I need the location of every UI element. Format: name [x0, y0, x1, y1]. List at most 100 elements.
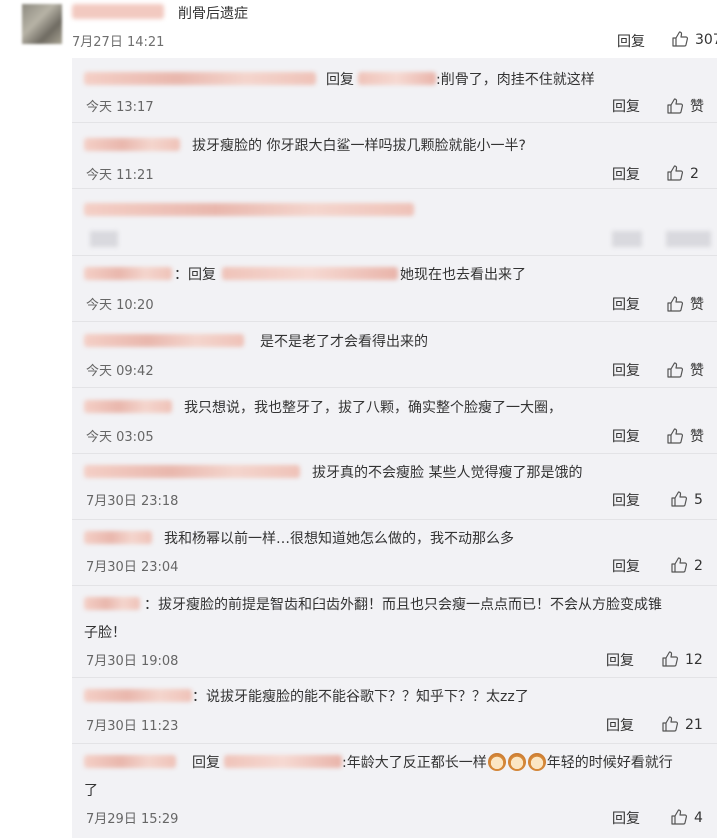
comment-text: 我和杨幂以前一样…很想知道她怎么做的，我不动那么多: [164, 531, 514, 547]
comment-time: 今天 11:21: [86, 168, 154, 183]
thumbs-up-icon: [671, 557, 688, 573]
comment-text: 拔牙瘦脸的 你牙跟大白鲨一样吗拔几颗脸就能小一半?: [192, 138, 526, 154]
comment-text: 她现在也去看出来了: [400, 267, 526, 283]
list-item: ：拔牙瘦脸的前提是智齿和臼齿外翻！而且也只会瘦一点点而已！不会从方脸变成锥 子脸…: [72, 586, 717, 678]
cat-emoji-icon: [487, 753, 506, 771]
like-button[interactable]: 赞: [666, 426, 704, 446]
like-count: 赞: [690, 99, 704, 115]
cat-emoji-icon: [507, 753, 526, 771]
like-count: 5: [694, 492, 703, 508]
username-blurred[interactable]: [84, 72, 316, 85]
comment-text: 我只想说，我也整牙了，拔了八颗，确实整个脸瘦了一大圈，: [184, 400, 562, 416]
comment-time: 7月30日 23:04: [86, 560, 179, 575]
list-item: 拔牙瘦脸的 你牙跟大白鲨一样吗拔几颗脸就能小一半? 今天 11:21 回复 2: [72, 123, 717, 189]
time-blurred: [90, 231, 118, 247]
thumbs-up-icon: [667, 362, 684, 378]
like-count: 4: [694, 810, 703, 826]
reply-button-blurred[interactable]: [612, 231, 642, 247]
comment-text-main: :年龄大了反正都长一样: [342, 755, 487, 771]
thumbs-up-icon: [667, 98, 684, 114]
cat-emoji-icon: [527, 753, 546, 771]
list-item: 拔牙真的不会瘦脸 某些人觉得瘦了那是饿的 7月30日 23:18 回复 5: [72, 454, 717, 520]
main-comment: 削骨后遗症 7月27日 14:21 回复 307: [0, 0, 717, 58]
like-button-blurred[interactable]: [666, 231, 711, 247]
comment-time: 7月27日 14:21: [72, 35, 165, 50]
thumbs-up-icon: [671, 809, 688, 825]
username-blurred[interactable]: [84, 400, 172, 413]
like-button[interactable]: 307: [671, 30, 717, 48]
reply-button[interactable]: 回复: [612, 164, 640, 184]
reply-button[interactable]: 回复: [612, 490, 640, 510]
comment-text: 拔牙真的不会瘦脸 某些人觉得瘦了那是饿的: [312, 465, 583, 481]
like-count: 12: [685, 652, 703, 668]
username-blurred[interactable]: [72, 4, 164, 19]
reply-button[interactable]: 回复: [612, 808, 640, 828]
avatar[interactable]: [22, 4, 62, 44]
username-blurred[interactable]: [84, 597, 140, 610]
comment-time: 今天 03:05: [86, 430, 154, 445]
comment-text-after: 年轻的时候好看就行: [546, 755, 673, 771]
username-blurred[interactable]: [84, 334, 244, 347]
list-item: 是不是老了才会看得出来的 今天 09:42 回复 赞: [72, 322, 717, 388]
comment-time: 今天 13:17: [86, 100, 154, 115]
like-count: 赞: [690, 429, 704, 445]
list-item: 我只想说，我也整牙了，拔了八颗，确实整个脸瘦了一大圈， 今天 03:05 回复 …: [72, 388, 717, 454]
like-count: 307: [695, 32, 717, 48]
thumbs-up-icon: [662, 716, 679, 732]
replies-list: 回复 :削骨了，肉挂不住就这样 今天 13:17 回复 赞 拔牙瘦脸的 你牙跟大…: [72, 58, 717, 838]
list-item: ：回复 她现在也去看出来了 今天 10:20 回复 赞: [72, 256, 717, 322]
reply-prefix: 回复: [192, 755, 220, 771]
like-button[interactable]: 赞: [666, 294, 704, 314]
comment-time: 7月30日 23:18: [86, 494, 179, 509]
username-blurred[interactable]: [84, 203, 414, 216]
list-item: 回复 :年龄大了反正都长一样 年轻的时候好看就行 了 7月29日 15:29 回复…: [72, 744, 717, 838]
reply-button[interactable]: 回复: [612, 360, 640, 380]
list-item: ：说拔牙能瘦脸的能不能谷歌下？？知乎下？？太zz了 7月30日 11:23 回复…: [72, 678, 717, 744]
reply-button[interactable]: 回复: [612, 426, 640, 446]
comment-time: 7月29日 15:29: [86, 812, 179, 827]
like-count: 21: [685, 717, 703, 733]
like-button[interactable]: 21: [661, 715, 703, 733]
comment-text: 削骨后遗症: [178, 6, 248, 22]
reply-prefix: ：回复: [174, 267, 216, 283]
thumbs-up-icon: [662, 651, 679, 667]
reply-prefix: 回复: [326, 72, 354, 88]
reply-button[interactable]: 回复: [612, 96, 640, 116]
reply-button[interactable]: 回复: [612, 294, 640, 314]
list-item-blurred: [72, 189, 717, 256]
thumbs-up-icon: [667, 165, 684, 181]
mention-blurred[interactable]: [358, 72, 436, 85]
username-blurred[interactable]: [84, 755, 176, 768]
like-button[interactable]: 5: [670, 490, 703, 508]
mention-blurred[interactable]: [224, 755, 342, 768]
like-button[interactable]: 赞: [666, 360, 704, 380]
like-button[interactable]: 2: [670, 556, 703, 574]
thumbs-up-icon: [667, 428, 684, 444]
username-blurred[interactable]: [84, 531, 152, 544]
username-blurred[interactable]: [84, 689, 192, 702]
like-button[interactable]: 12: [661, 650, 703, 668]
thumbs-up-icon: [672, 31, 689, 47]
list-item: 回复 :削骨了，肉挂不住就这样 今天 13:17 回复 赞: [72, 58, 717, 123]
reply-button[interactable]: 回复: [617, 31, 645, 51]
like-count: 赞: [690, 363, 704, 379]
reply-button[interactable]: 回复: [606, 650, 634, 670]
comment-time: 7月30日 11:23: [86, 719, 179, 734]
like-button[interactable]: 2: [666, 164, 699, 182]
comment-time: 今天 10:20: [86, 298, 154, 313]
username-blurred[interactable]: [84, 465, 300, 478]
reply-button[interactable]: 回复: [606, 715, 634, 735]
like-count: 2: [690, 166, 699, 182]
mention-blurred[interactable]: [222, 267, 398, 280]
comment-text-continued: 了: [84, 783, 98, 799]
comment-text-continued: 子脸！: [84, 625, 126, 641]
like-button[interactable]: 4: [670, 808, 703, 826]
username-blurred[interactable]: [84, 138, 180, 151]
username-blurred[interactable]: [84, 267, 172, 280]
comment-text: 是不是老了才会看得出来的: [260, 334, 428, 350]
thumbs-up-icon: [671, 491, 688, 507]
comment-text: :年龄大了反正都长一样 年轻的时候好看就行: [342, 752, 673, 772]
like-button[interactable]: 赞: [666, 96, 704, 116]
reply-button[interactable]: 回复: [612, 556, 640, 576]
comment-text: ：说拔牙能瘦脸的能不能谷歌下？？知乎下？？太zz了: [192, 689, 529, 705]
